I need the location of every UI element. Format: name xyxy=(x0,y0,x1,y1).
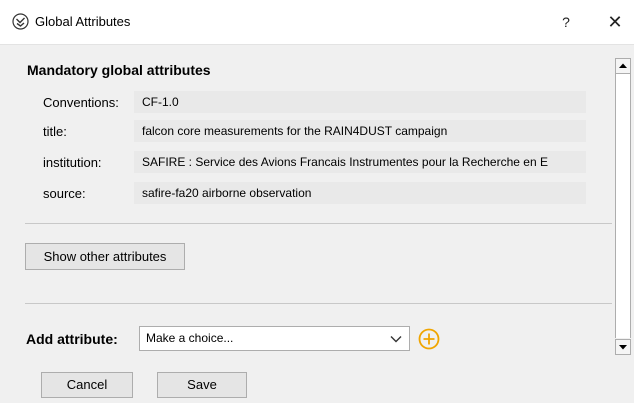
vertical-scrollbar[interactable] xyxy=(614,58,634,355)
scroll-down-button[interactable] xyxy=(615,339,631,355)
attribute-select[interactable]: Make a choice... xyxy=(139,326,410,351)
title-field[interactable]: falcon core measurements for the RAIN4DU… xyxy=(134,120,586,142)
divider xyxy=(25,303,612,304)
scroll-up-button[interactable] xyxy=(615,58,631,74)
institution-label: institution: xyxy=(43,155,102,170)
attribute-select-value: Make a choice... xyxy=(146,331,234,345)
source-field[interactable]: safire-fa20 airborne observation xyxy=(134,182,586,204)
arrow-down-icon xyxy=(619,345,627,350)
add-attribute-label: Add attribute: xyxy=(26,331,118,347)
arrow-up-icon xyxy=(619,63,627,68)
divider xyxy=(25,223,612,224)
chevron-down-icon xyxy=(390,336,402,343)
institution-field[interactable]: SAFIRE : Service des Avions Francais Ins… xyxy=(134,151,586,173)
conventions-field[interactable]: CF-1.0 xyxy=(134,91,586,113)
window-title: Global Attributes xyxy=(35,14,131,29)
source-label: source: xyxy=(43,186,86,201)
show-other-attributes-button[interactable]: Show other attributes xyxy=(25,243,185,270)
conventions-label: Conventions: xyxy=(43,95,119,110)
add-attribute-icon[interactable] xyxy=(417,327,441,351)
close-button[interactable]: ✕ xyxy=(603,10,627,34)
section-heading: Mandatory global attributes xyxy=(27,62,211,78)
help-button[interactable]: ? xyxy=(556,12,576,32)
cancel-button[interactable]: Cancel xyxy=(41,372,133,398)
scroll-thumb[interactable] xyxy=(615,74,631,338)
title-label: title: xyxy=(43,124,67,139)
app-icon xyxy=(12,13,29,30)
title-bar: Global Attributes ? ✕ xyxy=(0,0,634,45)
save-button[interactable]: Save xyxy=(157,372,247,398)
